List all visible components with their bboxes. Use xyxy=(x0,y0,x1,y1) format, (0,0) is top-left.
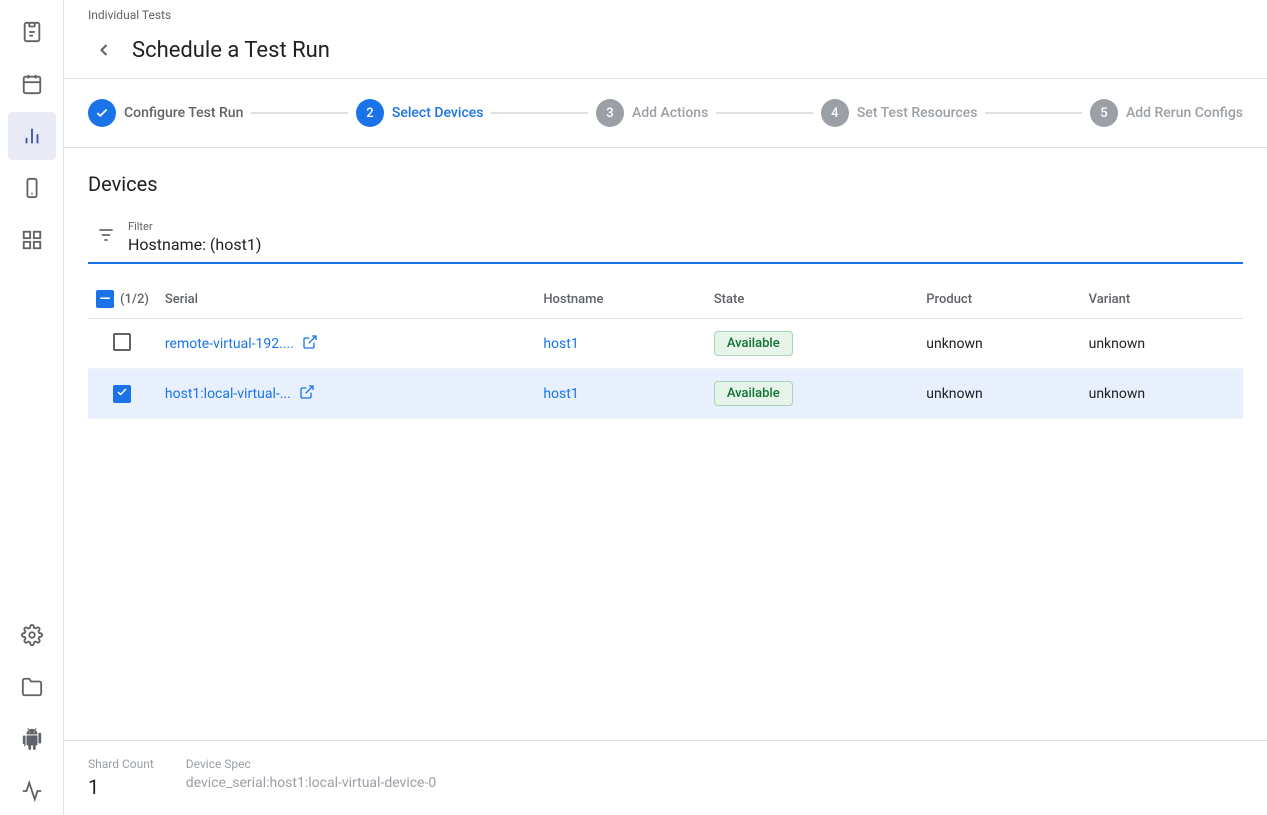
step-select-devices[interactable]: 2 Select Devices xyxy=(356,99,484,127)
step-label-add-rerun: Add Rerun Configs xyxy=(1126,105,1243,121)
row-product-1: unknown xyxy=(918,319,1080,369)
step-circle-set-resources: 4 xyxy=(821,99,849,127)
row-variant-2: unknown xyxy=(1081,369,1243,419)
serial-link-1[interactable]: remote-virtual-192.... xyxy=(165,336,294,352)
serial-link-2[interactable]: host1:local-virtual-... xyxy=(165,386,291,402)
step-add-rerun[interactable]: 5 Add Rerun Configs xyxy=(1090,99,1243,127)
step-label-configure: Configure Test Run xyxy=(124,105,243,121)
col-state: State xyxy=(706,280,918,319)
section-title-devices: Devices xyxy=(88,172,1243,196)
step-label-add-actions: Add Actions xyxy=(632,105,708,121)
col-serial: Serial xyxy=(157,280,535,319)
sidebar-item-phone[interactable] xyxy=(8,164,56,212)
step-connector-4 xyxy=(985,112,1082,114)
page-header: Schedule a Test Run xyxy=(64,26,1267,79)
select-all-checkbox[interactable]: — xyxy=(96,290,114,308)
step-circle-configure xyxy=(88,99,116,127)
row-hostname-2: host1 xyxy=(535,369,706,419)
device-spec-label: Device Spec xyxy=(186,757,436,771)
sidebar-item-calendar[interactable] xyxy=(8,60,56,108)
back-button[interactable] xyxy=(88,34,120,66)
filter-content: Filter Hostname: (host1) xyxy=(128,220,261,254)
sidebar-item-folder[interactable] xyxy=(8,663,56,711)
step-configure[interactable]: Configure Test Run xyxy=(88,99,243,127)
row-product-2: unknown xyxy=(918,369,1080,419)
sidebar-item-chart[interactable] xyxy=(8,112,56,160)
row-checkbox-cell-2[interactable] xyxy=(88,369,157,419)
row-checkbox-2[interactable] xyxy=(113,385,131,403)
col-hostname: Hostname xyxy=(535,280,706,319)
external-link-icon-2[interactable] xyxy=(299,384,315,404)
select-all-header[interactable]: — (1/2) xyxy=(88,280,157,319)
row-hostname-1: host1 xyxy=(535,319,706,369)
shard-count-value: 1 xyxy=(88,775,154,799)
breadcrumb: Individual Tests xyxy=(64,0,1267,26)
row-serial-1: remote-virtual-192.... xyxy=(157,319,535,369)
col-product: Product xyxy=(918,280,1080,319)
step-circle-add-actions: 3 xyxy=(596,99,624,127)
table-row: host1:local-virtual-... host1 Available … xyxy=(88,369,1243,419)
shard-count-field: Shard Count 1 xyxy=(88,757,154,799)
sidebar-item-dashboard[interactable] xyxy=(8,216,56,264)
stepper: Configure Test Run 2 Select Devices 3 Ad… xyxy=(64,79,1267,148)
count-label: (1/2) xyxy=(120,292,149,307)
row-variant-1: unknown xyxy=(1081,319,1243,369)
content-area: Devices Filter Hostname: (host1) — xyxy=(64,148,1267,740)
filter-bar[interactable]: Filter Hostname: (host1) xyxy=(88,212,1243,264)
table-row: remote-virtual-192.... host1 Available u… xyxy=(88,319,1243,369)
step-add-actions[interactable]: 3 Add Actions xyxy=(596,99,708,127)
row-checkbox-1[interactable] xyxy=(113,333,131,351)
row-state-2: Available xyxy=(706,369,918,419)
sidebar-item-settings[interactable] xyxy=(8,611,56,659)
row-checkbox-cell-1[interactable] xyxy=(88,319,157,369)
state-badge-2: Available xyxy=(714,381,793,406)
device-spec-field: Device Spec device_serial:host1:local-vi… xyxy=(186,757,436,799)
hostname-link-2[interactable]: host1 xyxy=(543,386,578,402)
sidebar-item-android[interactable] xyxy=(8,715,56,763)
row-state-1: Available xyxy=(706,319,918,369)
sidebar xyxy=(0,0,64,815)
shard-count-label: Shard Count xyxy=(88,757,154,771)
step-connector-3 xyxy=(716,112,813,114)
hostname-link-1[interactable]: host1 xyxy=(543,336,578,352)
device-spec-value: device_serial:host1:local-virtual-device… xyxy=(186,775,436,791)
step-label-select-devices: Select Devices xyxy=(392,105,484,121)
step-connector-2 xyxy=(491,112,588,114)
step-set-resources[interactable]: 4 Set Test Resources xyxy=(821,99,978,127)
step-label-set-resources: Set Test Resources xyxy=(857,105,978,121)
step-circle-select-devices: 2 xyxy=(356,99,384,127)
page-title: Schedule a Test Run xyxy=(132,38,330,63)
sidebar-item-pulse[interactable] xyxy=(8,767,56,815)
filter-label: Filter xyxy=(128,220,261,233)
sidebar-item-clipboard[interactable] xyxy=(8,8,56,56)
col-variant: Variant xyxy=(1081,280,1243,319)
device-table: — (1/2) Serial Hostname State Product Va… xyxy=(88,280,1243,419)
main-content: Individual Tests Schedule a Test Run Con… xyxy=(64,0,1267,815)
state-badge-1: Available xyxy=(714,331,793,356)
row-serial-2: host1:local-virtual-... xyxy=(157,369,535,419)
filter-icon xyxy=(96,225,116,250)
step-circle-add-rerun: 5 xyxy=(1090,99,1118,127)
bottom-section: Shard Count 1 Device Spec device_serial:… xyxy=(64,740,1267,815)
filter-value: Hostname: (host1) xyxy=(128,235,261,254)
external-link-icon-1[interactable] xyxy=(302,334,318,354)
step-connector-1 xyxy=(251,112,348,114)
